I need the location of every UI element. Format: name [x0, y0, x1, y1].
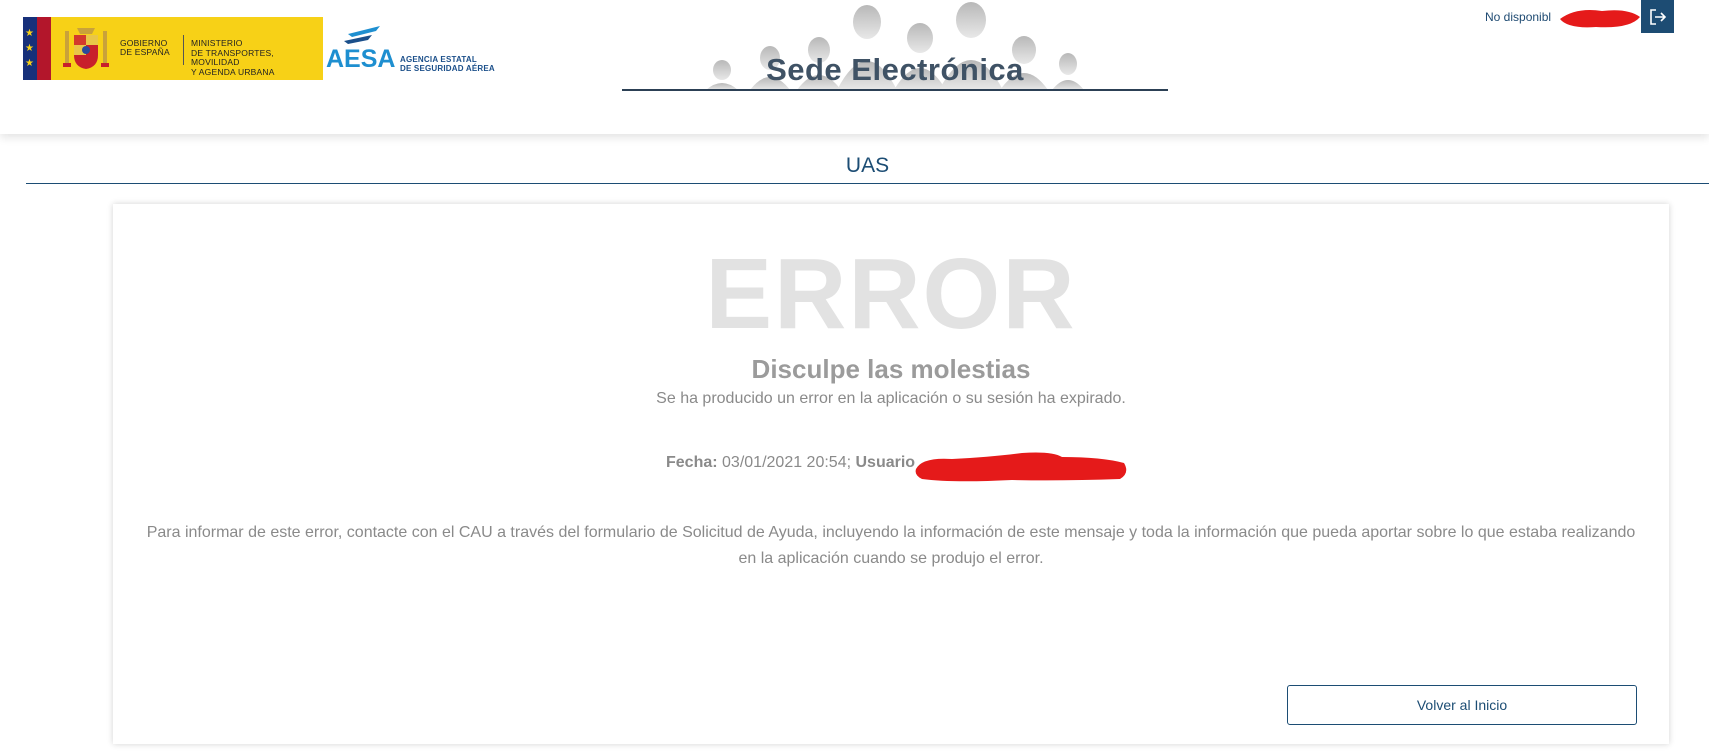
star-icon: ★	[25, 58, 34, 69]
logout-icon	[1649, 8, 1666, 25]
usuario-label: Usuario	[855, 454, 916, 471]
aesa-subtitle: AGENCIA ESTATAL DE SEGURIDAD AÉREA	[400, 55, 495, 73]
fecha-value: 03/01/2021 20:54;	[722, 454, 852, 471]
error-heading: Disculpe las molestias	[751, 354, 1031, 384]
error-subtitle: Se ha producido un error en la aplicació…	[656, 390, 1126, 407]
error-watermark: ERROR	[705, 238, 1077, 350]
user-status-label: No disponibl	[1485, 10, 1552, 24]
error-info-text: Para informar de este error, contacte co…	[146, 524, 1636, 567]
section-divider	[26, 183, 1709, 184]
page-header: ★ ★ ★ GOBIERNO DE ESPAÑA MINISTERIO DE T…	[0, 0, 1709, 134]
redaction-mark	[915, 452, 1127, 482]
gobierno-text: GOBIERNO DE ESPAÑA	[120, 38, 170, 57]
star-icon: ★	[25, 28, 34, 39]
logout-button[interactable]	[1641, 0, 1674, 33]
fecha-label: Fecha:	[666, 454, 718, 471]
aesa-wing-icon	[344, 26, 380, 44]
aesa-logo: AESA AGENCIA ESTATAL DE SEGURIDAD AÉREA	[326, 24, 496, 76]
volver-inicio-button[interactable]: Volver al Inicio	[1287, 685, 1637, 725]
star-icon: ★	[25, 43, 34, 54]
error-card: ERROR Disculpe las molestias Se ha produ…	[113, 204, 1669, 744]
coat-of-arms-icon	[63, 28, 109, 69]
gobierno-espana-logo: ★ ★ ★ GOBIERNO DE ESPAÑA MINISTERIO DE T…	[23, 17, 323, 80]
error-meta: Fecha: 03/01/2021 20:54; Usuario	[666, 454, 915, 472]
ministerio-text: MINISTERIO DE TRANSPORTES, MOVILIDAD Y A…	[191, 38, 275, 77]
aesa-wordmark: AESA	[326, 45, 396, 73]
section-title: UAS	[845, 154, 890, 177]
sede-banner: Sede Electrónica	[622, 0, 1168, 92]
site-title: Sede Electrónica	[766, 52, 1024, 87]
redaction-mark	[1560, 10, 1640, 28]
